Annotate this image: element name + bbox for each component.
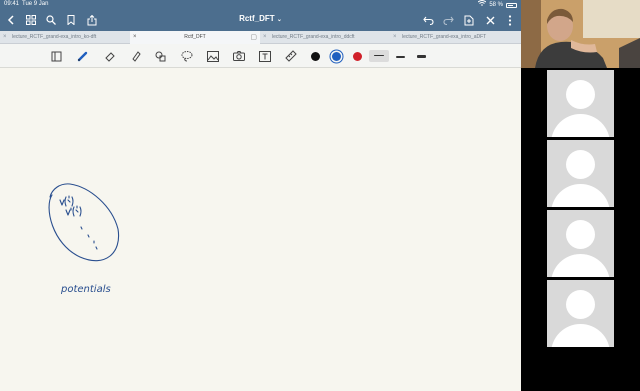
document-tabs: × lecture_RCTF_grand-exa_intro_ko-dft × … bbox=[0, 31, 521, 44]
presenter-video-frame bbox=[521, 0, 640, 68]
close-tab-icon[interactable]: × bbox=[393, 31, 397, 44]
avatar-body bbox=[551, 254, 610, 277]
video-sidebar bbox=[521, 0, 640, 391]
avatar-body bbox=[551, 324, 610, 347]
redo-icon[interactable] bbox=[441, 13, 455, 27]
nav-bar: Rctf_DFT ⌄ bbox=[0, 9, 521, 31]
close-tab-icon[interactable]: × bbox=[263, 31, 267, 44]
color-black-swatch[interactable] bbox=[311, 52, 320, 61]
ink-formula-1 bbox=[59, 195, 74, 207]
tab-label: Rctf_DFT bbox=[184, 34, 206, 40]
more-icon[interactable] bbox=[503, 13, 517, 27]
tab-rctf-dft[interactable]: × Rctf_DFT ▢ bbox=[130, 31, 260, 44]
pen-icon[interactable] bbox=[76, 49, 90, 63]
document-title-text: Rctf_DFT bbox=[239, 14, 275, 23]
thin-line-option[interactable] bbox=[369, 50, 389, 62]
image-icon[interactable] bbox=[206, 49, 220, 63]
avatar-icon bbox=[566, 80, 595, 109]
eraser-icon[interactable] bbox=[103, 49, 117, 63]
highlighter-icon[interactable] bbox=[129, 49, 143, 63]
tab-lecture-ko-dft[interactable]: × lecture_RCTF_grand-exa_intro_ko-dft bbox=[0, 31, 130, 44]
close-tab-icon[interactable]: × bbox=[133, 31, 137, 44]
close-icon[interactable] bbox=[483, 13, 497, 27]
avatar-icon bbox=[566, 150, 595, 179]
avatar-icon bbox=[566, 290, 595, 319]
ink-loop bbox=[48, 183, 120, 262]
thick-line-option[interactable] bbox=[417, 55, 426, 58]
participant-tile[interactable] bbox=[547, 140, 614, 207]
color-red-swatch[interactable] bbox=[353, 52, 362, 61]
handwritten-label-potentials: potentials bbox=[60, 284, 111, 295]
status-date: Tue 9 Jan bbox=[22, 1, 49, 7]
ink-formula-2 bbox=[65, 205, 82, 217]
ruler-icon[interactable] bbox=[284, 49, 298, 63]
status-bar: 09:41 Tue 9 Jan 58 % bbox=[0, 0, 521, 9]
chevron-down-icon: ⌄ bbox=[276, 17, 282, 23]
tab-lecture-adft[interactable]: × lecture_RCTF_grand-exa_intro_aDFT bbox=[390, 31, 521, 44]
shapes-icon[interactable] bbox=[154, 49, 168, 63]
export-icon[interactable] bbox=[462, 13, 476, 27]
medium-line-option[interactable] bbox=[396, 56, 405, 58]
tab-lecture-ddcft[interactable]: × lecture_RCTF_grand-exa_intro_ddcft bbox=[260, 31, 390, 44]
drawing-toolbar bbox=[0, 44, 521, 68]
participant-tile[interactable] bbox=[547, 210, 614, 277]
participant-tile[interactable] bbox=[547, 70, 614, 137]
notes-app: 09:41 Tue 9 Jan 58 % Rctf_DFT ⌄ × lectur… bbox=[0, 0, 521, 391]
tab-label: lecture_RCTF_grand-exa_intro_ddcft bbox=[272, 34, 355, 40]
battery-icon bbox=[506, 2, 517, 8]
avatar-body bbox=[551, 114, 610, 137]
color-blue-swatch[interactable] bbox=[332, 52, 341, 61]
undo-icon[interactable] bbox=[421, 13, 435, 27]
participant-tile[interactable] bbox=[547, 280, 614, 347]
text-icon[interactable] bbox=[258, 49, 272, 63]
lasso-icon[interactable] bbox=[180, 49, 194, 63]
presenter-video[interactable] bbox=[521, 0, 640, 68]
close-tab-icon[interactable]: × bbox=[3, 31, 7, 44]
split-view-icon[interactable]: ▢ bbox=[250, 31, 257, 44]
note-canvas[interactable]: potentials bbox=[0, 69, 521, 391]
avatar-body bbox=[551, 184, 610, 207]
avatar-icon bbox=[566, 220, 595, 249]
camera-icon[interactable] bbox=[232, 49, 246, 63]
ink-dots bbox=[80, 226, 98, 250]
tab-label: lecture_RCTF_grand-exa_intro_aDFT bbox=[402, 34, 487, 40]
page-layout-icon[interactable] bbox=[49, 49, 63, 63]
screen: 09:41 Tue 9 Jan 58 % Rctf_DFT ⌄ × lectur… bbox=[0, 0, 640, 391]
status-time: 09:41 bbox=[4, 1, 20, 7]
tab-label: lecture_RCTF_grand-exa_intro_ko-dft bbox=[12, 34, 97, 40]
handwriting-layer: potentials bbox=[48, 183, 120, 295]
